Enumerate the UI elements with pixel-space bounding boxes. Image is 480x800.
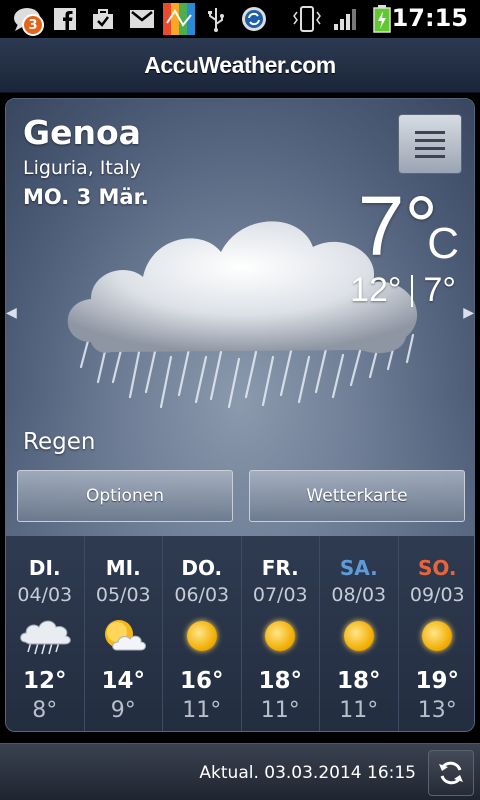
usb-icon — [204, 5, 228, 33]
refresh-icon — [439, 761, 463, 785]
app-header: AccuWeather.com — [0, 38, 480, 93]
day-date: 08/03 — [331, 584, 387, 606]
sync-icon — [240, 5, 268, 33]
day-high: 19° — [415, 668, 459, 694]
signal-icon — [332, 5, 358, 33]
day-high: 12° — [22, 668, 67, 694]
sun-icon — [174, 616, 230, 656]
temperature-unit: C — [427, 219, 459, 268]
notification-badge: 3 — [22, 14, 44, 36]
forecast-day[interactable]: MI. 05/03 14° 9° — [85, 536, 163, 731]
city-name: Genoa — [23, 113, 141, 152]
high-low: 12° 7° — [350, 271, 456, 310]
current-temperature: 7° — [357, 179, 438, 273]
day-high: 14° — [101, 668, 145, 694]
clock: 17:15 — [391, 4, 468, 32]
forecast-day[interactable]: FR. 07/03 18° 11° — [242, 536, 320, 731]
sun-icon — [331, 616, 387, 656]
menu-icon-line — [415, 154, 445, 158]
vibrate-icon — [290, 5, 324, 33]
day-low: 9° — [110, 698, 136, 723]
sun-icon — [252, 616, 308, 656]
status-bar: 3 17:15 — [0, 0, 480, 38]
weather-condition: Regen — [23, 429, 96, 455]
weather-map-button[interactable]: Wetterkarte — [249, 470, 465, 522]
day-date: 07/03 — [252, 584, 308, 606]
day-low: 13° — [417, 698, 457, 723]
app-logo: AccuWeather.com — [144, 51, 336, 78]
avast-icon — [162, 3, 196, 35]
refresh-button[interactable] — [428, 750, 474, 796]
forecast-day[interactable]: DI. 04/03 12° 8° — [6, 536, 85, 731]
menu-icon-line — [415, 130, 445, 134]
forecast-day[interactable]: SO. 09/03 19° 13° — [399, 536, 475, 731]
day-name: DI. — [28, 556, 61, 580]
low-temperature: 7° — [423, 271, 456, 309]
day-name: DO. — [181, 556, 223, 580]
gmail-icon — [128, 5, 156, 33]
weather-card: Genoa Liguria, Italy MO. 3 Mär. 7° C 12°… — [5, 98, 475, 732]
day-high: 18° — [258, 668, 302, 694]
forecast-day[interactable]: SA. 08/03 18° 11° — [320, 536, 399, 731]
region-name: Liguria, Italy — [23, 157, 141, 179]
menu-button[interactable] — [398, 114, 462, 174]
cloud-rain-icon — [17, 616, 73, 656]
previous-arrow-icon[interactable]: ◀ — [6, 305, 17, 321]
forecast-strip: DI. 04/03 12° 8° MI. 05/03 14° 9° DO. 06… — [6, 536, 475, 731]
day-date: 05/03 — [95, 584, 151, 606]
menu-icon-line — [415, 138, 445, 142]
facebook-icon — [52, 5, 78, 33]
day-name: FR. — [261, 556, 299, 580]
menu-icon-line — [415, 146, 445, 150]
day-high: 18° — [336, 668, 381, 694]
day-name: SA. — [339, 556, 378, 580]
sun-cloud-icon — [95, 616, 151, 656]
day-low: 8° — [32, 698, 58, 723]
forecast-day[interactable]: DO. 06/03 16° 11° — [163, 536, 242, 731]
day-name: MI. — [105, 556, 141, 580]
options-button[interactable]: Optionen — [17, 470, 233, 522]
next-arrow-icon[interactable]: ▶ — [463, 305, 474, 321]
current-date: MO. 3 Mär. — [23, 185, 149, 209]
high-temperature: 12° — [350, 271, 402, 309]
day-date: 09/03 — [409, 584, 465, 606]
sun-icon — [409, 616, 465, 656]
divider — [411, 274, 414, 307]
day-high: 16° — [179, 668, 224, 694]
briefcase-icon — [90, 5, 116, 33]
day-date: 06/03 — [174, 584, 230, 606]
day-name: SO. — [417, 556, 457, 580]
day-date: 04/03 — [17, 584, 73, 606]
day-low: 11° — [182, 698, 222, 723]
day-low: 11° — [339, 698, 379, 723]
last-updated: Aktual. 03.03.2014 16:15 — [199, 763, 416, 783]
battery-charging-icon — [370, 5, 394, 33]
footer-bar: Aktual. 03.03.2014 16:15 — [0, 743, 480, 800]
day-low: 11° — [260, 698, 300, 723]
